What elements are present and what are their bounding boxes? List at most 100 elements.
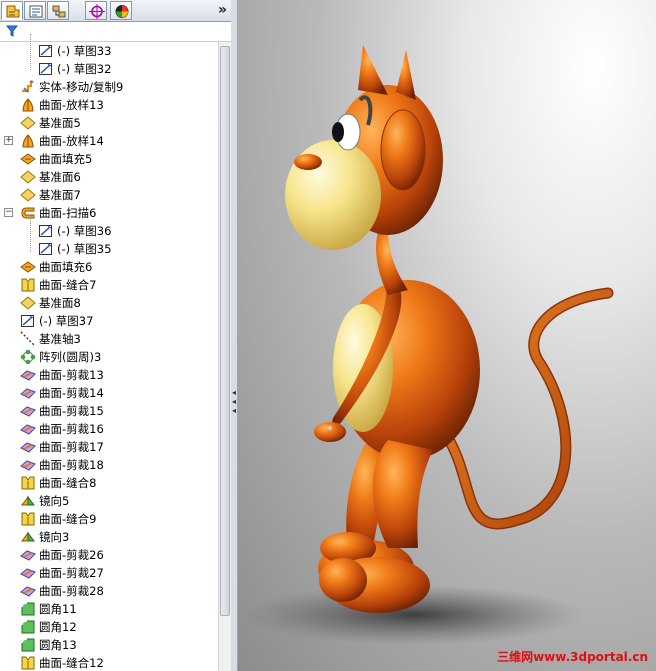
tree-item-label: 曲面填充6 xyxy=(39,260,93,274)
tree-item[interactable]: (-) 草图36 xyxy=(0,222,218,240)
pane-splitter[interactable]: ◂ ◂ ◂ xyxy=(231,0,238,671)
tab-feature-manager[interactable] xyxy=(1,1,23,20)
tab-dimxpert[interactable] xyxy=(85,1,107,20)
tree-item[interactable]: (-) 草图37 xyxy=(0,312,218,330)
tree-item[interactable]: 曲面-剪裁27 xyxy=(0,564,218,582)
tree-item-label: 圆角11 xyxy=(39,602,77,616)
feature-manager-pane: » (-) 草图33 (-) 草图32 实体-移动/复制9 曲面-放样13 基准面5 + 曲… xyxy=(0,0,232,671)
tree-item[interactable]: (-) 草图35 xyxy=(0,240,218,258)
surface-loft-icon xyxy=(20,97,36,113)
tree-item-label: 基准面5 xyxy=(39,116,81,130)
property-icon xyxy=(29,5,43,18)
surface-trim-icon xyxy=(20,565,36,581)
tree-expander[interactable]: − xyxy=(4,208,13,217)
surface-trim-icon xyxy=(20,385,36,401)
tree-item-label: (-) 草图32 xyxy=(57,62,112,76)
tree-item[interactable]: 基准面8 xyxy=(0,294,218,312)
tree-item-label: 曲面-剪裁17 xyxy=(39,440,104,454)
tree-item[interactable]: 曲面-缝合8 xyxy=(0,474,218,492)
feature-tree: (-) 草图33 (-) 草图32 实体-移动/复制9 曲面-放样13 基准面5 + 曲面-… xyxy=(0,34,218,671)
tree-item[interactable]: 曲面填充5 xyxy=(0,150,218,168)
tree-item[interactable]: 曲面填充6 xyxy=(0,258,218,276)
surface-loft-icon xyxy=(20,133,36,149)
surface-trim-icon xyxy=(20,403,36,419)
tree-item[interactable]: 曲面-剪裁15 xyxy=(0,402,218,420)
tree-item-label: 曲面-放样13 xyxy=(39,98,104,112)
surface-sweep-icon xyxy=(20,205,36,221)
tree-item[interactable]: 基准轴3 xyxy=(0,330,218,348)
scroll-thumb[interactable] xyxy=(220,46,230,616)
tab-configuration-manager[interactable] xyxy=(47,1,69,20)
tree-scrollbar[interactable] xyxy=(218,42,231,671)
tab-property-manager[interactable] xyxy=(24,1,46,20)
plane-icon xyxy=(20,169,36,185)
tree-item-label: 曲面-缝合9 xyxy=(39,512,97,526)
surface-fill-icon xyxy=(20,259,36,275)
tree-item[interactable]: 曲面-剪裁16 xyxy=(0,420,218,438)
tree-item[interactable]: 曲面-缝合12 xyxy=(0,654,218,671)
tree-item[interactable]: 曲面-放样13 xyxy=(0,96,218,114)
filter-icon[interactable] xyxy=(6,25,18,37)
tree-item[interactable]: 曲面-剪裁17 xyxy=(0,438,218,456)
tree-item[interactable]: 圆角13 xyxy=(0,636,218,654)
tree-item[interactable]: 基准面6 xyxy=(0,168,218,186)
plane-icon xyxy=(20,115,36,131)
tree-item[interactable]: 曲面-剪裁14 xyxy=(0,384,218,402)
tree-item-label: 曲面-剪裁18 xyxy=(39,458,104,472)
tree-item-label: 圆角12 xyxy=(39,620,77,634)
tree-item-label: (-) 草图35 xyxy=(57,242,112,256)
tree-item[interactable]: 曲面-剪裁28 xyxy=(0,582,218,600)
surface-fill-icon xyxy=(20,151,36,167)
fillet-icon xyxy=(20,637,36,653)
tree-item[interactable]: 曲面-缝合7 xyxy=(0,276,218,294)
tree-filter-bar[interactable] xyxy=(0,22,231,42)
plane-icon xyxy=(20,187,36,203)
surface-trim-icon xyxy=(20,457,36,473)
collapse-pane-arrows[interactable]: ◂ ◂ ◂ xyxy=(231,388,237,416)
fillet-icon xyxy=(20,619,36,635)
sketch-icon xyxy=(38,61,54,77)
tree-item-label: 基准面6 xyxy=(39,170,81,184)
graphics-viewport[interactable]: 三维网www.3dportal.cn xyxy=(238,0,656,671)
tree-item[interactable]: 曲面-剪裁18 xyxy=(0,456,218,474)
tree-item[interactable]: − 曲面-扫描6 xyxy=(0,204,218,222)
sketch-icon xyxy=(20,313,36,329)
expand-tabs-button[interactable]: » xyxy=(218,2,227,18)
appearance-icon xyxy=(115,5,129,18)
tree-item-label: 曲面-放样14 xyxy=(39,134,104,148)
tree-item[interactable]: (-) 草图32 xyxy=(0,60,218,78)
tree-item-label: 镜向3 xyxy=(39,530,70,544)
circular-pattern-icon xyxy=(20,349,36,365)
surface-knit-icon xyxy=(20,655,36,671)
tree-item-label: 曲面-缝合12 xyxy=(39,656,104,670)
tree-item-label: 曲面-剪裁26 xyxy=(39,548,104,562)
tree-item[interactable]: + 曲面-放样14 xyxy=(0,132,218,150)
surface-trim-icon xyxy=(20,583,36,599)
tree-item[interactable]: 基准面7 xyxy=(0,186,218,204)
tree-item[interactable]: 镜向3 xyxy=(0,528,218,546)
tree-item[interactable]: 圆角11 xyxy=(0,600,218,618)
tree-item-label: 基准轴3 xyxy=(39,332,81,346)
tree-item-label: (-) 草图37 xyxy=(39,314,94,328)
tree-item[interactable]: 曲面-剪裁26 xyxy=(0,546,218,564)
tab-display-manager[interactable] xyxy=(110,1,132,20)
tree-item[interactable]: 圆角12 xyxy=(0,618,218,636)
tree-item[interactable]: 镜向5 xyxy=(0,492,218,510)
tree-item[interactable]: (-) 草图33 xyxy=(0,42,218,60)
tree-item-label: (-) 草图33 xyxy=(57,44,112,58)
tree-item-label: 曲面-剪裁16 xyxy=(39,422,104,436)
surface-trim-icon xyxy=(20,367,36,383)
tree-item-label: 曲面-剪裁14 xyxy=(39,386,104,400)
tree-item[interactable]: 阵列(圆周)3 xyxy=(0,348,218,366)
tree-item[interactable]: 曲面-剪裁13 xyxy=(0,366,218,384)
tree-item[interactable]: 实体-移动/复制9 xyxy=(0,78,218,96)
tree-item-label: 曲面-剪裁28 xyxy=(39,584,104,598)
tree-item[interactable]: 曲面-缝合9 xyxy=(0,510,218,528)
surface-trim-icon xyxy=(20,439,36,455)
surface-knit-icon xyxy=(20,511,36,527)
move-copy-icon xyxy=(20,79,36,95)
mirror-icon xyxy=(20,529,36,545)
fillet-icon xyxy=(20,601,36,617)
tree-item[interactable]: 基准面5 xyxy=(0,114,218,132)
tree-expander[interactable]: + xyxy=(4,136,13,145)
